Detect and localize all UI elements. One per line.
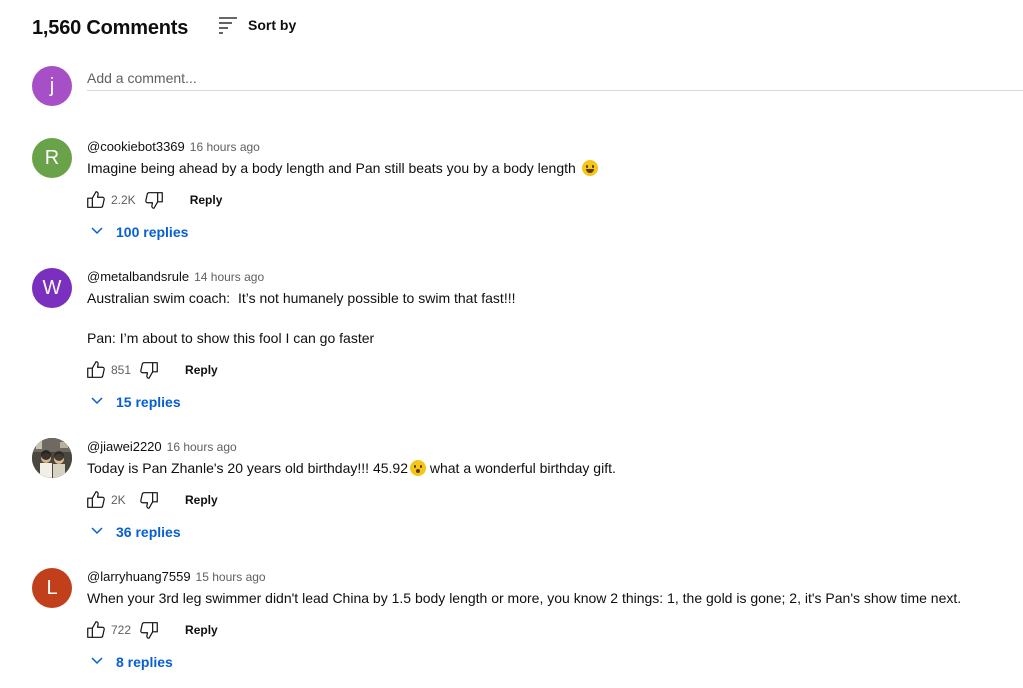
comment-text-after: what a wonderful birthday gift. [425, 460, 616, 476]
comment-count: 1,560 Comments [32, 16, 189, 39]
avatar-letter: W [42, 276, 62, 299]
like-count: 722 [111, 623, 132, 637]
view-replies-button[interactable]: 8 replies [89, 648, 1007, 676]
like-count: 2K [111, 493, 126, 507]
chevron-down-icon [89, 392, 105, 413]
comment-body: @metalbandsrule 14 hours ago Australian … [87, 268, 1007, 416]
thumbs-down-icon[interactable] [142, 188, 166, 212]
replies-count: 15 replies [116, 394, 181, 410]
comment-meta: @jiawei2220 16 hours ago [87, 439, 1007, 455]
surprised-emoji-icon [409, 460, 426, 476]
add-comment-input[interactable] [87, 66, 1023, 91]
comment-actions: 722 Reply [84, 614, 1007, 646]
like-count: 2.2K [111, 193, 136, 207]
replies-count: 100 replies [116, 224, 189, 240]
view-replies-button[interactable]: 15 replies [89, 388, 1007, 416]
avatar-letter: R [44, 146, 60, 169]
comment-timestamp[interactable]: 15 hours ago [196, 570, 266, 584]
comments-section: 1,560 Comments Sort by j R @cookiebot336… [0, 0, 1023, 688]
avatar[interactable]: W [32, 268, 72, 308]
reply-button[interactable]: Reply [185, 363, 218, 377]
chevron-down-icon [89, 222, 105, 243]
sort-by-label: Sort by [248, 17, 297, 33]
thumbs-down-icon[interactable] [137, 358, 161, 382]
thumbs-up-icon[interactable] [84, 618, 108, 642]
add-comment-row: j [32, 66, 1023, 106]
comment-actions: 851 Reply [84, 354, 1007, 386]
comment-text: When your 3rd leg swimmer didn't lead Ch… [87, 590, 962, 606]
view-replies-button[interactable]: 36 replies [89, 518, 1007, 546]
comment-body: @larryhuang7559 15 hours ago When your 3… [87, 568, 1007, 676]
comment-timestamp[interactable]: 16 hours ago [167, 440, 237, 454]
sort-icon [218, 16, 238, 34]
user-avatar: j [32, 66, 72, 106]
laughing-emoji-icon [581, 160, 598, 176]
comment-text-content: Imagine being ahead by a body length and… [87, 160, 576, 176]
like-count: 851 [111, 363, 132, 377]
avatar[interactable] [32, 438, 72, 478]
comment-text: Australian swim coach: It’s not humanely… [87, 290, 516, 346]
reply-button[interactable]: Reply [185, 623, 218, 637]
thumbs-up-icon[interactable] [84, 358, 108, 382]
avatar[interactable]: L [32, 568, 72, 608]
chevron-down-icon [89, 522, 105, 543]
thumbs-up-icon[interactable] [84, 188, 108, 212]
sort-by-button[interactable]: Sort by [218, 16, 296, 34]
comment-body: @cookiebot3369 16 hours ago Imagine bein… [87, 138, 1007, 246]
avatar-letter: j [49, 74, 55, 97]
thumbs-down-icon[interactable] [137, 618, 161, 642]
comment-text-before: Today is Pan Zhanle's 20 years old birth… [87, 460, 408, 476]
view-replies-button[interactable]: 100 replies [89, 218, 1007, 246]
comment-meta: @metalbandsrule 14 hours ago [87, 269, 1007, 285]
avatar-letter: L [46, 576, 58, 599]
chevron-down-icon [89, 652, 105, 673]
comment-author[interactable]: @jiawei2220 [87, 439, 162, 454]
comment-author[interactable]: @larryhuang7559 [87, 569, 191, 584]
comment-timestamp[interactable]: 14 hours ago [194, 270, 264, 284]
thumbs-up-icon[interactable] [84, 488, 108, 512]
comment-text: Today is Pan Zhanle's 20 years old birth… [87, 458, 1007, 478]
comments-header: 1,560 Comments [32, 14, 188, 42]
comment-author[interactable]: @metalbandsrule [87, 269, 189, 284]
avatar[interactable]: R [32, 138, 72, 178]
comment-author[interactable]: @cookiebot3369 [87, 139, 185, 154]
comment-meta: @cookiebot3369 16 hours ago [87, 139, 1007, 155]
comment-timestamp[interactable]: 16 hours ago [190, 140, 260, 154]
comment-text: Imagine being ahead by a body length and… [87, 158, 1007, 178]
comment-actions: 2K Reply [84, 484, 1007, 516]
comment-meta: @larryhuang7559 15 hours ago [87, 569, 1007, 585]
comment-body: @jiawei2220 16 hours ago Today is Pan Zh… [87, 438, 1007, 546]
thumbs-down-icon[interactable] [137, 488, 161, 512]
reply-button[interactable]: Reply [190, 193, 223, 207]
replies-count: 36 replies [116, 524, 181, 540]
comment-actions: 2.2K Reply [84, 184, 1007, 216]
replies-count: 8 replies [116, 654, 173, 670]
avatar-photo [32, 438, 72, 478]
reply-button[interactable]: Reply [185, 493, 218, 507]
